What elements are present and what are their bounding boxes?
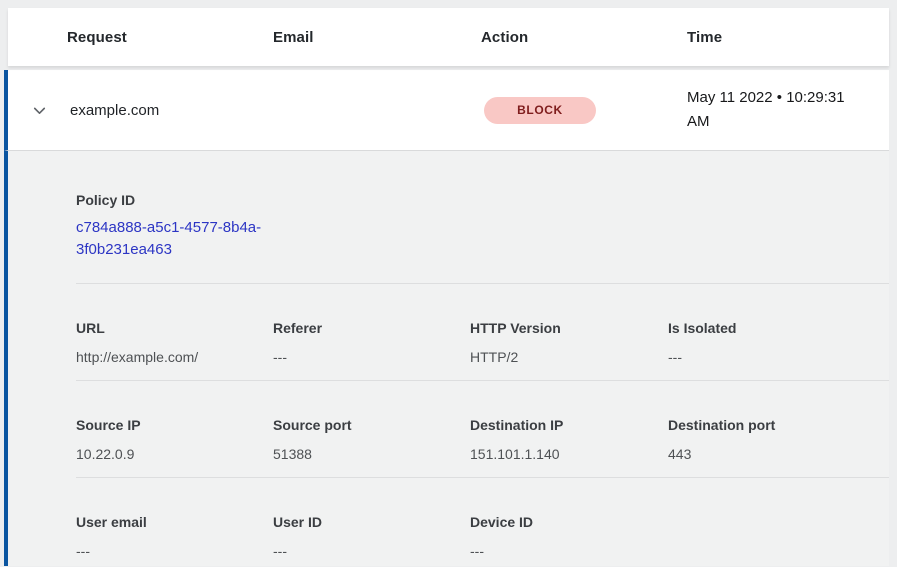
field-url: URL http://example.com/: [76, 319, 273, 366]
field-referer: Referer ---: [273, 319, 470, 366]
field-label: Referer: [273, 319, 470, 337]
field-destination-port: Destination port 443: [668, 416, 869, 463]
field-label: URL: [76, 319, 273, 337]
action-cell: BLOCK: [484, 97, 687, 124]
field-source-port: Source port 51388: [273, 416, 470, 463]
column-header-request: Request: [67, 29, 273, 46]
chevron-down-icon: [31, 102, 48, 119]
request-cell: example.com: [70, 102, 484, 119]
field-value: 51388: [273, 445, 470, 463]
field-value: ---: [470, 542, 668, 560]
field-label: HTTP Version: [470, 319, 668, 337]
field-value: ---: [273, 348, 470, 366]
field-value: ---: [273, 542, 470, 560]
network-section: Source IP 10.22.0.9 Source port 51388 De…: [8, 381, 889, 477]
field-label: Source port: [273, 416, 470, 434]
policy-id-link[interactable]: c784a888-a5c1-4577-8b4a-3f0b231ea463: [76, 217, 274, 261]
field-user-email: User email ---: [76, 513, 273, 560]
field-label: Is Isolated: [668, 319, 869, 337]
user-section: User email --- User ID --- Device ID ---: [8, 478, 889, 567]
gateway-http-logs-page: Request Email Action Time example.com BL…: [0, 0, 897, 567]
field-destination-ip: Destination IP 151.101.1.140: [470, 416, 668, 463]
action-badge-block: BLOCK: [484, 97, 596, 124]
field-value: 443: [668, 445, 869, 463]
column-header-time: Time: [687, 29, 889, 46]
field-value: 10.22.0.9: [76, 445, 273, 463]
http-section: URL http://example.com/ Referer --- HTTP…: [8, 284, 889, 380]
field-label: Destination IP: [470, 416, 668, 434]
field-device-id: Device ID ---: [470, 513, 668, 560]
column-header-email: Email: [273, 29, 481, 46]
field-empty: [668, 513, 869, 560]
column-header-action: Action: [481, 29, 687, 46]
field-http-version: HTTP Version HTTP/2: [470, 319, 668, 366]
field-value: ---: [76, 542, 273, 560]
field-value: http://example.com/: [76, 348, 273, 366]
field-value: 151.101.1.140: [470, 445, 668, 463]
time-cell: May 11 2022 • 10:29:31 AM: [687, 86, 862, 134]
field-source-ip: Source IP 10.22.0.9: [76, 416, 273, 463]
field-label: User email: [76, 513, 273, 531]
table-header: Request Email Action Time: [8, 8, 889, 66]
log-row[interactable]: example.com BLOCK May 11 2022 • 10:29:31…: [4, 70, 889, 150]
field-user-id: User ID ---: [273, 513, 470, 560]
field-label: User ID: [273, 513, 470, 531]
expand-toggle[interactable]: [8, 102, 70, 119]
field-label: Source IP: [76, 416, 273, 434]
row-details-panel: Policy ID c784a888-a5c1-4577-8b4a-3f0b23…: [4, 150, 889, 566]
policy-id-label: Policy ID: [76, 191, 869, 209]
field-label: Device ID: [470, 513, 668, 531]
field-value: ---: [668, 348, 869, 366]
policy-section: Policy ID c784a888-a5c1-4577-8b4a-3f0b23…: [8, 151, 889, 283]
field-label: Destination port: [668, 416, 869, 434]
field-value: HTTP/2: [470, 348, 668, 366]
field-is-isolated: Is Isolated ---: [668, 319, 869, 366]
